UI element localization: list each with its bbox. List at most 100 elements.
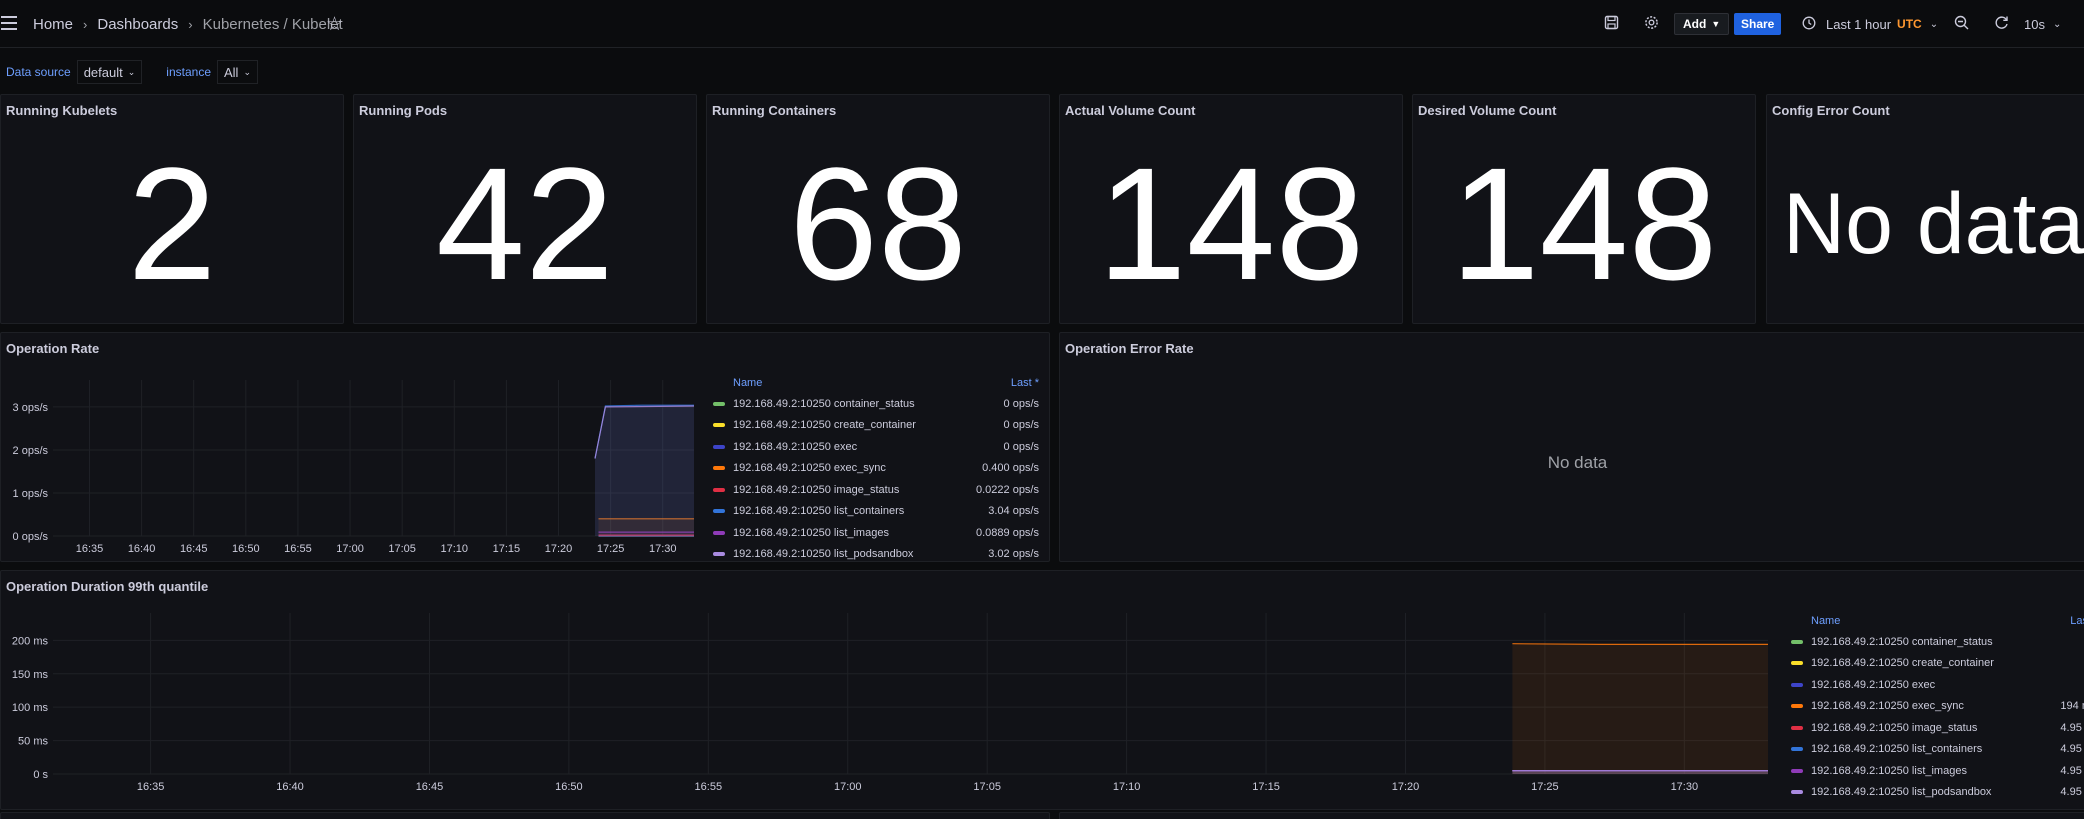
x-tick-label: 16:50 (232, 543, 260, 555)
breadcrumb-home[interactable]: Home (33, 16, 73, 33)
panel-title[interactable]: Config Error Count (1772, 103, 1890, 118)
panel-title[interactable]: Operation Error Rate (1065, 341, 1194, 356)
y-tick-label: 1 ops/s (13, 488, 49, 500)
panel-title[interactable]: Running Kubelets (6, 103, 117, 118)
legend-color-swatch (1791, 768, 1803, 773)
panel-cutoff-left (0, 812, 1050, 819)
legend-series-value: 0 ops/s (1003, 419, 1039, 432)
refresh-icon[interactable] (1994, 15, 2009, 30)
legend-item[interactable]: 192.168.49.2:10250 container_status 0 ops… (713, 393, 1039, 415)
legend-series-value: 0.400 ops/s (982, 462, 1039, 475)
legend-color-swatch (713, 530, 725, 535)
x-tick-label: 16:35 (76, 543, 104, 555)
legend-item[interactable]: 192.168.49.2:10250 list_podsandbox 3.02 o… (713, 544, 1039, 562)
legend-header: Name Last (1791, 611, 2084, 631)
x-tick-label: 16:45 (416, 781, 444, 793)
legend-series-value: 0.0889 ops/s (976, 526, 1039, 539)
stat-value: No data (1783, 176, 2084, 272)
legend-color-swatch (713, 509, 725, 514)
x-tick-label: 17:00 (336, 543, 364, 555)
x-tick-label: 17:20 (1392, 781, 1420, 793)
legend-series-name: 192.168.49.2:10250 list_images (1811, 764, 1967, 777)
stat-panel-desired-volume-count: Desired Volume Count 148 (1412, 94, 1756, 324)
legend-series-value: 3.04 ops/s (988, 505, 1039, 518)
panel-title[interactable]: Desired Volume Count (1418, 103, 1556, 118)
instance-select[interactable]: All ⌄ (217, 60, 258, 84)
time-range-picker[interactable]: Last 1 hour UTC ⌄ (1802, 13, 1938, 35)
stat-value: 42 (436, 134, 614, 313)
legend-item[interactable]: 192.168.49.2:10250 create_container 0 ops… (713, 415, 1039, 437)
x-tick-label: 17:25 (597, 543, 625, 555)
share-button[interactable]: Share (1734, 13, 1782, 35)
add-button[interactable]: Add ▼ (1674, 13, 1730, 35)
breadcrumb-dashboards[interactable]: Dashboards (97, 16, 178, 33)
x-tick-label: 17:05 (388, 543, 416, 555)
legend-item[interactable]: 192.168.49.2:10250 list_images 0.0889 ops… (713, 522, 1039, 544)
panel-operation-duration: Operation Duration 99th quantile 0 s 50 m… (0, 570, 2084, 810)
legend-header-name[interactable]: Name (713, 377, 1011, 389)
menu-icon[interactable] (0, 14, 18, 32)
legend-item[interactable]: 192.168.49.2:10250 list_containers 3.04 o… (713, 501, 1039, 523)
legend-item[interactable]: 192.168.49.2:10250 list_podsandbox 4.95 n (1791, 782, 2084, 804)
y-tick-label: 2 ops/s (13, 445, 49, 457)
x-tick-label: 16:50 (555, 781, 583, 793)
legend-header-value[interactable]: Last (2070, 615, 2084, 627)
legend-series-value: 4.95 n (2060, 721, 2084, 734)
legend-header-value[interactable]: Last * (1011, 377, 1039, 389)
x-tick-label: 16:40 (276, 781, 304, 793)
chevron-down-icon: ⌄ (127, 66, 136, 77)
legend-color-swatch (713, 423, 725, 428)
top-nav-bar: Home › Dashboards › Kubernetes / Kubelet… (0, 0, 2084, 48)
breadcrumb-current: Kubernetes / Kubelet (202, 15, 343, 33)
chevron-down-icon: ⌄ (1929, 18, 1939, 30)
legend-item[interactable]: 192.168.49.2:10250 image_status 0.0222 op… (713, 479, 1039, 501)
y-tick-label: 200 ms (12, 635, 49, 647)
zoom-out-icon[interactable] (1954, 15, 1969, 30)
legend-header-name[interactable]: Name (1791, 615, 2070, 627)
stat-value: 148 (1450, 134, 1718, 313)
legend-item[interactable]: 192.168.49.2:10250 exec (1791, 674, 2084, 696)
operation-rate-chart[interactable]: 0 ops/s 1 ops/s 2 ops/s 3 ops/s 16:35 16:40 16… (1, 333, 701, 562)
series-line[interactable] (1512, 643, 1768, 645)
legend-item[interactable]: 192.168.49.2:10250 list_images 4.95 n (1791, 760, 2084, 782)
refresh-interval-picker[interactable]: 10s ⌄ (2024, 13, 2061, 35)
legend-item[interactable]: 192.168.49.2:10250 container_status (1791, 631, 2084, 653)
legend-series-name: 192.168.49.2:10250 container_status (733, 397, 915, 410)
legend-series-name: 192.168.49.2:10250 container_status (1811, 635, 1993, 648)
datasource-select[interactable]: default ⌄ (76, 60, 143, 84)
save-icon[interactable] (1604, 15, 1619, 30)
gear-icon[interactable] (1644, 15, 1659, 30)
legend-series-name: 192.168.49.2:10250 list_containers (733, 505, 905, 518)
legend-item[interactable]: 192.168.49.2:10250 exec_sync 194 m (1791, 696, 2084, 718)
legend-color-swatch (1791, 790, 1803, 795)
legend-series-value: 3.02 ops/s (988, 548, 1039, 561)
x-tick-label: 17:20 (545, 543, 573, 555)
panel-title[interactable]: Actual Volume Count (1065, 103, 1195, 118)
legend-color-swatch (1791, 661, 1803, 666)
legend-header: Name Last * (713, 373, 1039, 393)
legend-color-swatch (1791, 747, 1803, 752)
stat-value: 68 (789, 134, 967, 313)
timezone-label: UTC (1897, 17, 1922, 31)
panel-title[interactable]: Running Pods (359, 103, 447, 118)
legend-color-swatch (713, 466, 725, 471)
legend-item[interactable]: 192.168.49.2:10250 exec_sync 0.400 ops/s (713, 458, 1039, 480)
variable-label-datasource: Data source (6, 65, 71, 79)
x-tick-label: 16:45 (180, 543, 208, 555)
legend-color-swatch (1791, 704, 1803, 709)
chevron-down-icon: ⌄ (243, 66, 251, 77)
instance-value: All (224, 64, 239, 80)
legend-item[interactable]: 192.168.49.2:10250 exec 0 ops/s (713, 436, 1039, 458)
legend-item[interactable]: 192.168.49.2:10250 list_containers 4.95 n (1791, 739, 2084, 761)
panel-title[interactable]: Running Containers (712, 103, 836, 118)
stat-panel-running-pods: Running Pods 42 (353, 94, 697, 324)
legend-series-value: 0 ops/s (1003, 397, 1039, 410)
legend-item[interactable]: 192.168.49.2:10250 image_status 4.95 n (1791, 717, 2084, 739)
y-tick-label: 3 ops/s (13, 402, 49, 414)
operation-duration-chart[interactable]: 0 s 50 ms 100 ms 150 ms 200 ms 16:35 16:40 16:4… (1, 571, 1781, 810)
legend-series-name: 192.168.49.2:10250 image_status (733, 483, 900, 496)
legend-series-name: 192.168.49.2:10250 exec_sync (1811, 700, 1964, 713)
legend-item[interactable]: 192.168.49.2:10250 create_container (1791, 653, 2084, 675)
x-tick-label: 16:40 (128, 543, 156, 555)
star-icon[interactable]: ☆ (326, 13, 343, 36)
